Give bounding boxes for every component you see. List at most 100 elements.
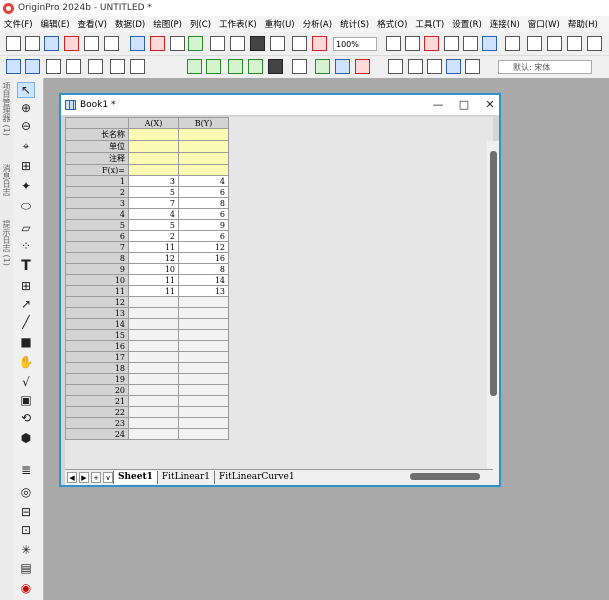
data-cell[interactable] [178,428,229,440]
text-tool-icon[interactable]: T [17,258,35,274]
pin-icon[interactable] [110,59,125,74]
column-header[interactable]: A(X) [128,117,179,129]
auto-update-icon[interactable] [312,36,327,51]
rectangle-tool-icon[interactable]: ■ [17,334,35,350]
find-icon[interactable] [527,36,542,51]
merge-icon[interactable]: ▤ [17,560,35,576]
tab-fitlinear1[interactable]: FitLinear1 [156,471,214,484]
menu-tools[interactable]: 工具(T) [411,18,448,30]
data-cell[interactable] [128,417,179,429]
row-header[interactable]: 14 [65,318,129,330]
zoom-in-icon[interactable]: ⊕ [17,100,35,116]
new-graph-icon[interactable] [64,36,79,51]
row-header[interactable]: 4 [65,208,129,220]
data-cell[interactable] [178,296,229,308]
row-header[interactable]: 1 [65,175,129,187]
row-header[interactable]: 18 [65,362,129,374]
row-header[interactable]: 20 [65,384,129,396]
label-cell[interactable] [178,164,229,176]
set-column-values-icon[interactable] [187,59,202,74]
data-cell[interactable]: 9 [178,219,229,231]
move-column-icon[interactable] [66,59,81,74]
label-row-header[interactable]: 单位 [65,140,129,153]
label-cell[interactable] [178,140,229,153]
cut-icon[interactable] [388,59,403,74]
print-icon[interactable] [386,36,401,51]
import-wizard-icon[interactable] [355,59,370,74]
columns-icon[interactable]: ≣ [17,462,35,478]
data-selector-icon[interactable]: ⬭ [17,198,35,214]
data-cell[interactable]: 5 [128,219,179,231]
globe-icon[interactable] [335,59,350,74]
region-icon[interactable]: ▱ [17,220,35,236]
data-cell[interactable] [178,329,229,341]
row-header[interactable]: 8 [65,252,129,264]
screen-reader-icon[interactable]: ⊞ [17,158,35,174]
label-row-header[interactable]: 注释 [65,152,129,165]
menu-worksheet[interactable]: 工作表(K) [215,18,261,30]
data-cell[interactable] [178,351,229,363]
save-template-icon[interactable] [270,36,285,51]
menu-help[interactable]: 帮助(H) [564,18,602,30]
data-cell[interactable] [128,340,179,352]
data-cell[interactable] [178,384,229,396]
tab-project-explorer[interactable]: 项目管理器 (1) [1,82,12,136]
equation-icon[interactable]: √ [17,374,35,390]
data-cell[interactable]: 12 [178,241,229,253]
stack-icon[interactable] [292,59,307,74]
data-cell[interactable]: 10 [128,263,179,275]
row-header[interactable]: 22 [65,406,129,418]
draw-data-icon[interactable]: ⁘ [17,238,35,254]
maximize-icon[interactable]: □ [455,97,473,113]
forward-arrow-icon[interactable] [25,59,40,74]
tab-hint-log[interactable]: 提示日志 (1) [1,220,12,266]
row-header[interactable]: 23 [65,417,129,429]
new-workbook-icon[interactable] [44,36,59,51]
zoom-panning-icon[interactable]: ⊖ [17,118,35,134]
label-cell[interactable] [128,152,179,165]
paste-icon[interactable] [427,59,442,74]
corner-cell[interactable] [65,117,129,129]
menu-connect[interactable]: 连接(N) [486,18,524,30]
cube-icon[interactable]: ⬢ [17,430,35,446]
command-window-icon[interactable] [444,36,459,51]
menu-file[interactable]: 文件(F) [0,18,37,30]
menu-statistics[interactable]: 统计(S) [336,18,373,30]
spreadsheet-icon[interactable] [567,36,582,51]
layout-icon[interactable]: ⊟ [17,504,35,520]
data-cell[interactable]: 4 [128,208,179,220]
data-cell[interactable] [178,362,229,374]
data-cell[interactable]: 13 [178,285,229,297]
recalculate-icon[interactable] [292,36,307,51]
hand-icon[interactable]: ✋ [17,354,35,370]
tab-messages-log[interactable]: 消息日志 [1,164,12,196]
pointer-icon[interactable]: ↖ [17,82,35,98]
label-cell[interactable] [128,164,179,176]
row-header[interactable]: 6 [65,230,129,242]
menu-plot[interactable]: 绘图(P) [149,18,186,30]
results-log-icon[interactable] [463,36,478,51]
row-header[interactable]: 11 [65,285,129,297]
data-cell[interactable] [128,329,179,341]
row-header[interactable]: 21 [65,395,129,407]
next-sheet-icon[interactable]: ▶ [79,472,89,483]
crosshair-icon[interactable]: ⌖ [17,138,35,154]
import-icon[interactable] [188,36,203,51]
redo-icon[interactable] [465,59,480,74]
tab-fitlinearcurve1[interactable]: FitLinearCurve1 [214,471,299,484]
row-header[interactable]: 5 [65,219,129,231]
add-table-icon[interactable]: ⊞ [17,278,35,294]
label-icon[interactable]: ⊡ [17,522,35,538]
data-cell[interactable]: 7 [128,197,179,209]
workbook-titlebar[interactable]: Book1 * — □ ✕ [61,95,499,115]
undo-icon[interactable] [446,59,461,74]
fill-number-icon[interactable] [206,59,221,74]
data-cell[interactable] [128,373,179,385]
row-header[interactable]: 17 [65,351,129,363]
data-cell[interactable]: 8 [178,197,229,209]
data-cell[interactable] [178,318,229,330]
gauge-icon[interactable]: ◉ [17,580,35,596]
menu-window[interactable]: 窗口(W) [524,18,564,30]
menu-data[interactable]: 数据(D) [111,18,149,30]
menu-reshape[interactable]: 重构(U) [261,18,299,30]
